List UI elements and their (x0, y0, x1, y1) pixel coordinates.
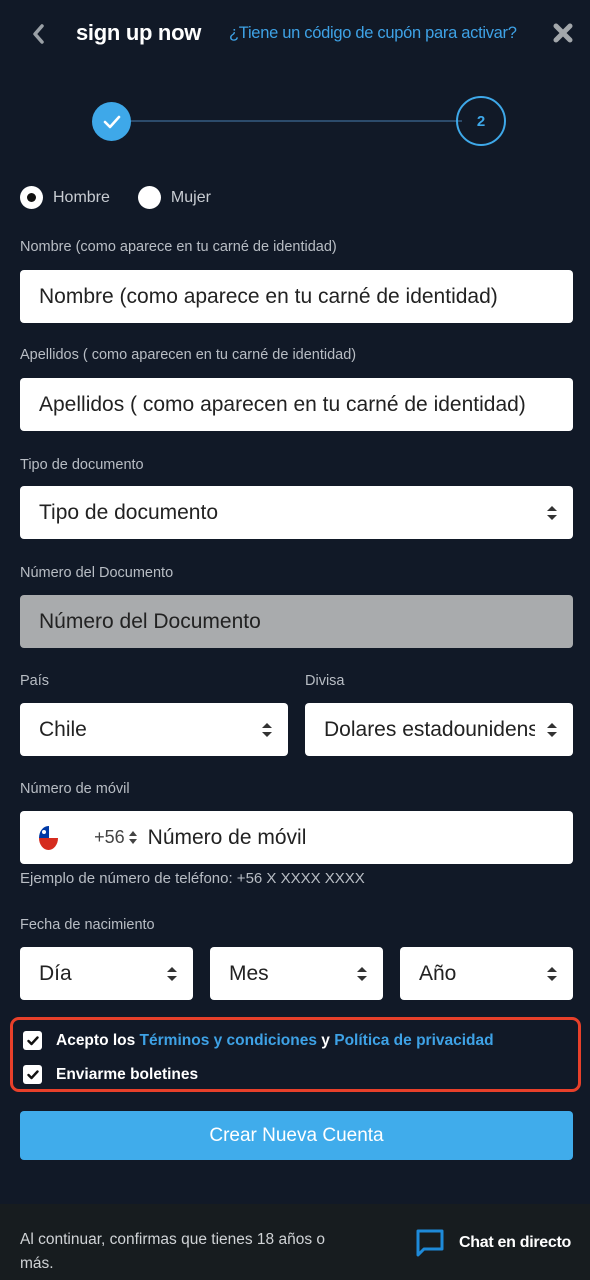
last-name-input[interactable] (39, 392, 573, 417)
currency-select[interactable]: Dolares estadounidenses (305, 703, 573, 756)
birth-month-select[interactable]: Mes (210, 947, 383, 1000)
step-1-completed (92, 102, 131, 141)
gender-radio-group: Hombre Mujer (20, 186, 211, 209)
birthdate-label: Fecha de nacimiento (20, 917, 155, 933)
newsletter-checkbox[interactable] (23, 1065, 42, 1084)
country-code-value: +56 (94, 827, 125, 847)
create-account-button[interactable]: Crear Nueva Cuenta (20, 1111, 573, 1160)
birth-day-value: Día (39, 961, 72, 985)
country-value: Chile (39, 717, 87, 741)
checkmark-icon (26, 1069, 39, 1079)
consent-highlight-box: Acepto los Términos y condiciones y Polí… (10, 1017, 581, 1092)
live-chat-label: Chat en directo (459, 1234, 571, 1251)
country-code-select[interactable]: +56 (94, 827, 138, 848)
select-arrows-icon (262, 722, 272, 737)
back-button[interactable] (28, 20, 50, 48)
page-title: sign up now (76, 20, 202, 45)
document-number-label: Número del Documento (20, 565, 174, 581)
gender-label-hombre: Hombre (53, 188, 110, 206)
header: sign up now ¿Tiene un código de cupón pa… (0, 0, 590, 68)
gender-label-mujer: Mujer (170, 188, 211, 206)
chevron-left-icon (33, 24, 44, 44)
select-arrows-icon (357, 966, 367, 981)
terms-joiner: y (321, 1031, 330, 1049)
close-icon (553, 23, 573, 43)
birth-year-select[interactable]: Año (400, 947, 573, 1000)
select-arrows-icon (547, 505, 557, 520)
document-type-label: Tipo de documento (20, 457, 144, 473)
country-label: País (20, 673, 50, 689)
radio-selected-icon[interactable] (20, 186, 43, 209)
coupon-code-link[interactable]: ¿Tiene un código de cupón para activar? (229, 24, 517, 43)
birth-year-value: Año (419, 961, 457, 985)
footer: Al continuar, confirmas que tienes 18 añ… (0, 1204, 590, 1280)
mobile-field: +56 (20, 811, 573, 864)
terms-link[interactable]: Términos y condiciones (140, 1032, 317, 1049)
age-notice: Al continuar, confirmas que tienes 18 añ… (20, 1231, 326, 1272)
mobile-label: Número de móvil (20, 781, 130, 797)
gender-radio-hombre[interactable]: Hombre (20, 186, 110, 209)
checkmark-icon (26, 1035, 39, 1045)
select-arrows-icon (128, 831, 138, 844)
birth-day-select[interactable]: Día (20, 947, 193, 1000)
select-arrows-icon (547, 966, 557, 981)
terms-prefix: Acepto los (56, 1031, 136, 1049)
close-button[interactable] (553, 23, 573, 43)
document-type-select[interactable]: Tipo de documento (20, 486, 573, 539)
last-name-label: Apellidos ( como aparecen en tu carné de… (20, 347, 357, 363)
currency-value: Dolares estadounidenses (324, 717, 535, 741)
last-name-field[interactable] (20, 378, 573, 431)
first-name-label: Nombre (como aparece en tu carné de iden… (20, 239, 337, 255)
first-name-field[interactable] (20, 270, 573, 323)
first-name-input[interactable] (39, 284, 573, 309)
mobile-hint: Ejemplo de número de teléfono: +56 X XXX… (20, 870, 365, 887)
terms-text: Acepto los Términos y condiciones y Polí… (56, 1032, 494, 1050)
mobile-input[interactable] (147, 825, 573, 850)
select-arrows-icon (547, 722, 557, 737)
document-number-input (39, 609, 573, 634)
country-select[interactable]: Chile (20, 703, 288, 756)
birth-month-value: Mes (229, 961, 269, 985)
radio-unselected-icon[interactable] (137, 186, 161, 209)
step-2-current: 2 (456, 96, 506, 146)
terms-consent-row: Acepto los Términos y condiciones y Polí… (23, 1031, 494, 1050)
terms-checkbox[interactable] (23, 1031, 42, 1050)
chile-flag-icon[interactable] (39, 825, 59, 850)
checkmark-icon (103, 115, 120, 128)
newsletter-label: Enviarme boletines (56, 1065, 199, 1083)
currency-label: Divisa (305, 673, 345, 689)
privacy-link[interactable]: Política de privacidad (334, 1032, 493, 1049)
select-arrows-icon (167, 966, 177, 981)
stepper-connector (128, 120, 462, 122)
live-chat-button[interactable]: Chat en directo (415, 1228, 571, 1258)
chat-bubble-icon (416, 1229, 444, 1257)
gender-radio-mujer[interactable]: Mujer (137, 186, 211, 209)
document-type-value: Tipo de documento (39, 500, 219, 524)
progress-stepper: 2 (92, 96, 506, 146)
document-number-field (20, 595, 573, 648)
newsletter-consent-row: Enviarme boletines (23, 1065, 198, 1084)
